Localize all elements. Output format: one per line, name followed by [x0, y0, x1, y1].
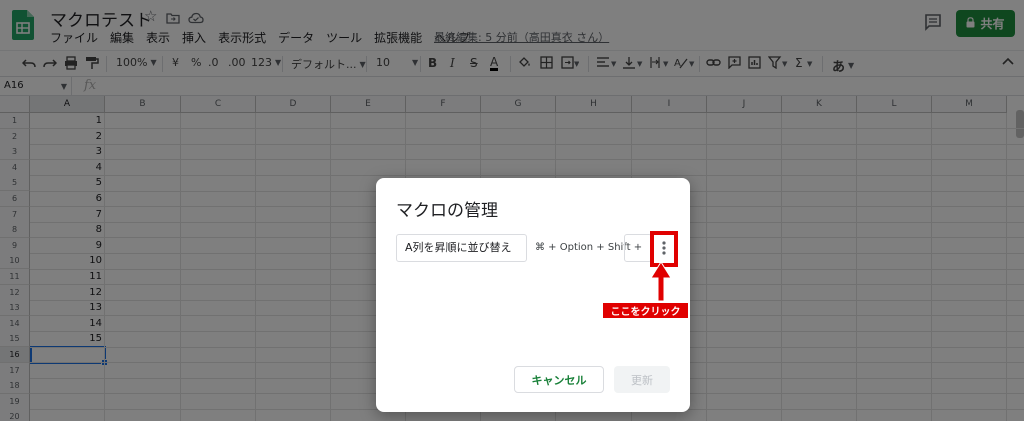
- macro-name-input[interactable]: A列を昇順に並び替え: [396, 234, 527, 262]
- annotation-label: ここをクリック: [602, 302, 689, 319]
- shortcut-key-input[interactable]: [624, 234, 652, 262]
- cancel-button[interactable]: キャンセル: [514, 366, 604, 393]
- manage-macros-dialog: マクロの管理 A列を昇順に並び替え ⌘ + Option + Shift + キ…: [376, 178, 690, 412]
- more-vert-icon: [662, 240, 666, 259]
- dialog-title: マクロの管理: [396, 201, 498, 221]
- annotation-arrow-icon: [650, 261, 672, 306]
- update-button[interactable]: 更新: [614, 366, 670, 393]
